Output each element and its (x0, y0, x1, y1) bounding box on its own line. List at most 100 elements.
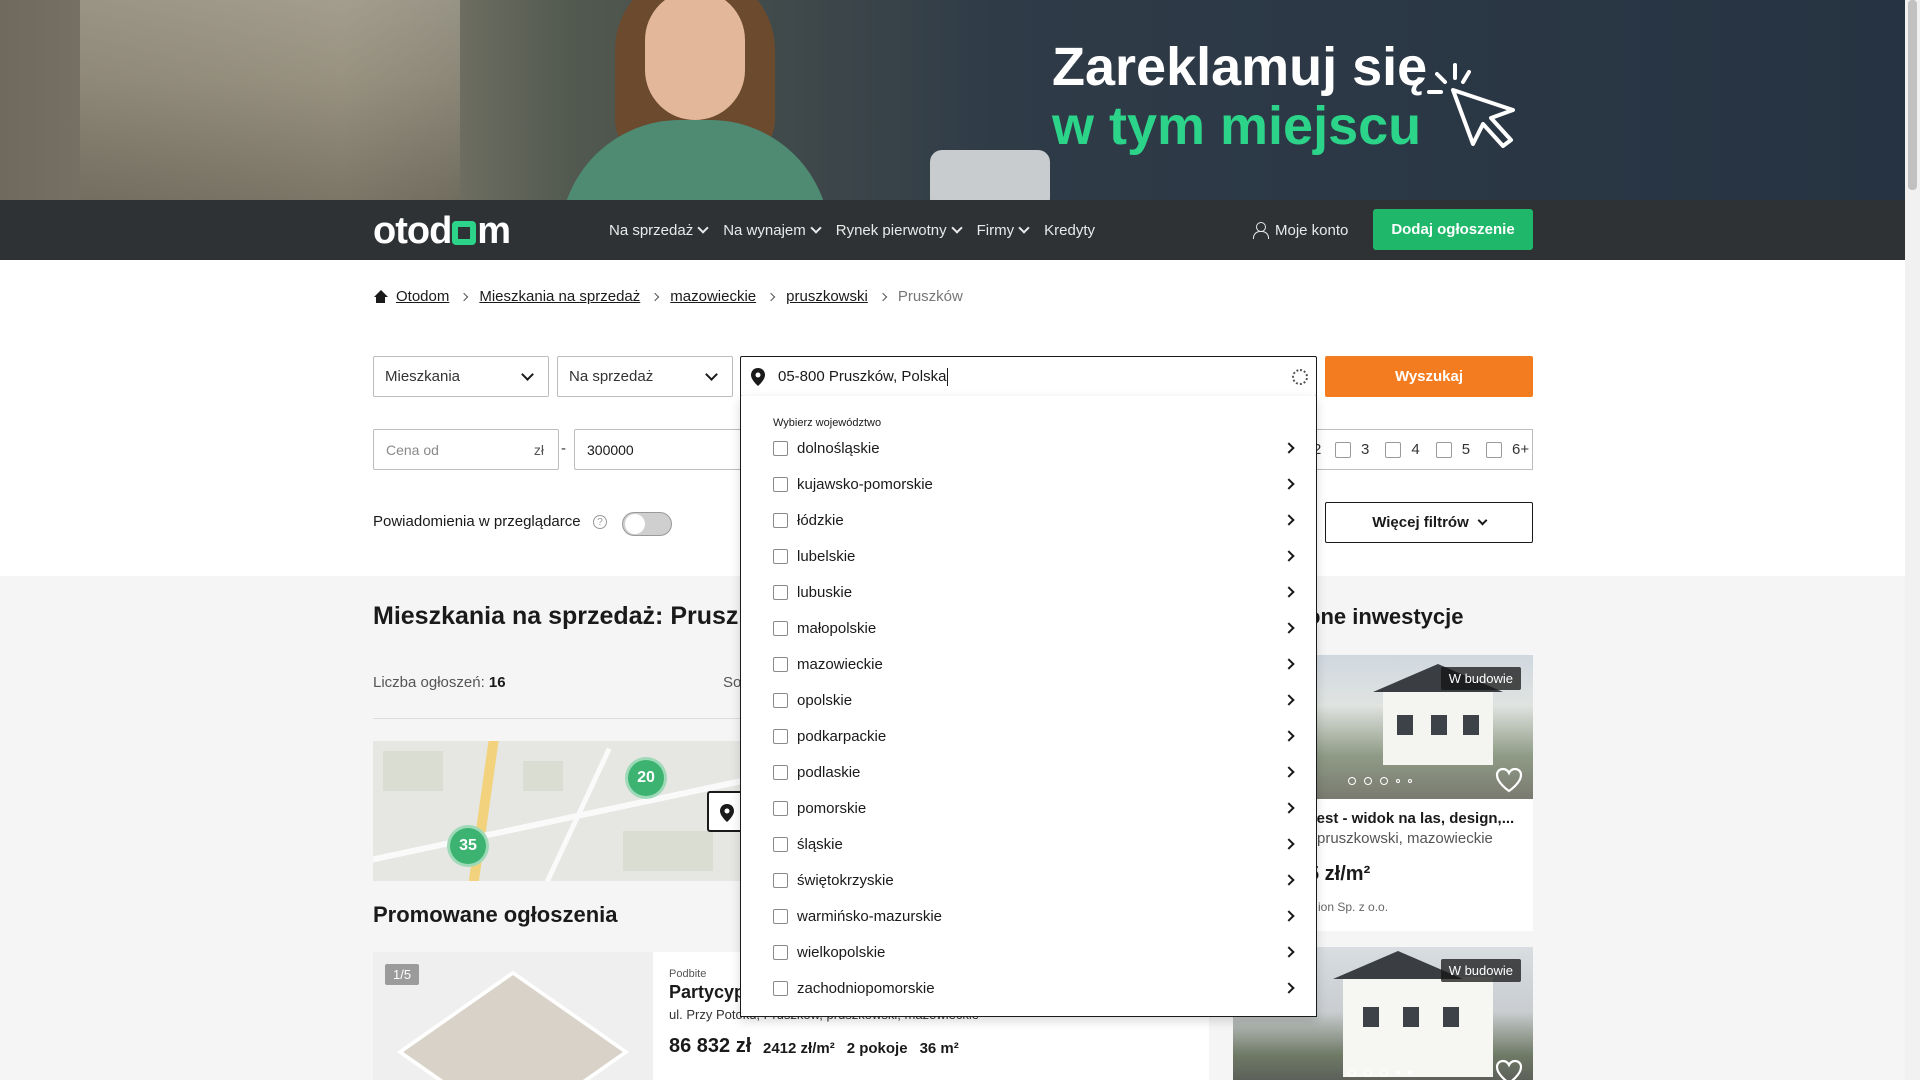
chevron-right-icon[interactable] (1283, 946, 1295, 958)
map-cluster-marker[interactable]: 20 (625, 757, 667, 799)
voivodeship-item[interactable]: podkarpackie (773, 718, 1303, 754)
checkbox[interactable] (773, 944, 788, 960)
nav-na-wynajem[interactable]: Na wynajem (723, 222, 822, 239)
voivodeship-item[interactable]: lubelskie (773, 538, 1303, 574)
location-input[interactable]: 05-800 Pruszków, Polska (740, 356, 1317, 397)
carousel-dots[interactable] (1348, 777, 1412, 785)
notifications-toggle[interactable] (622, 512, 672, 536)
chevron-right-icon[interactable] (1283, 838, 1295, 850)
location-pin-icon (751, 368, 765, 386)
property-type-select[interactable]: Mieszkania (373, 356, 549, 397)
checkbox[interactable] (773, 728, 788, 744)
price-from-input[interactable]: Cena od zł (373, 429, 559, 470)
rooms-option-6plus[interactable]: 6+ (1486, 441, 1529, 458)
checkbox[interactable] (773, 692, 788, 708)
listing-image[interactable]: 1/5 (373, 952, 653, 1080)
voivodeship-item[interactable]: pomorskie (773, 790, 1303, 826)
chevron-right-icon (878, 292, 888, 301)
page-scrollbar[interactable] (1905, 0, 1920, 1080)
help-icon[interactable]: ? (593, 515, 607, 529)
chevron-right-icon[interactable] (1283, 442, 1295, 454)
sort-label[interactable]: So (723, 674, 741, 691)
checkbox[interactable] (1385, 441, 1402, 458)
checkbox[interactable] (1335, 441, 1351, 458)
nav-rynek-pierwotny[interactable]: Rynek pierwotny (836, 222, 963, 239)
heart-icon[interactable] (1495, 767, 1523, 793)
otodom-logo[interactable]: otod m (373, 210, 511, 253)
chevron-right-icon[interactable] (1283, 550, 1295, 562)
voivodeship-item[interactable]: dolnośląskie (773, 430, 1303, 466)
results-title: Mieszkania na sprzedaż: Pruszków (373, 602, 743, 630)
breadcrumb-mieszkania[interactable]: Mieszkania na sprzedaż (479, 288, 640, 305)
listing-title[interactable]: Partycyp (669, 982, 745, 1003)
chevron-right-icon[interactable] (1283, 478, 1295, 490)
checkbox[interactable] (773, 980, 788, 996)
voivodeship-item[interactable]: zachodniopomorskie (773, 970, 1303, 1006)
add-listing-button[interactable]: Dodaj ogłoszenie (1373, 209, 1533, 250)
voivodeship-item[interactable]: łódzkie (773, 502, 1303, 538)
chevron-right-icon[interactable] (1283, 982, 1295, 994)
breadcrumb-mazowieckie[interactable]: mazowieckie (670, 288, 756, 305)
price-to-input[interactable]: 300000 (574, 429, 744, 470)
checkbox[interactable] (773, 656, 788, 672)
voivodeship-item[interactable]: warmińsko-mazurskie (773, 898, 1303, 934)
voivodeship-item[interactable]: śląskie (773, 826, 1303, 862)
promoted-title: Promowane ogłoszenia (373, 902, 618, 927)
transaction-type-select[interactable]: Na sprzedaż (557, 356, 733, 397)
checkbox[interactable] (773, 512, 788, 528)
chevron-right-icon[interactable] (1283, 514, 1295, 526)
map-cluster-marker[interactable]: 35 (447, 825, 489, 867)
results-map[interactable]: 20 35 (373, 741, 740, 881)
checkbox[interactable] (773, 440, 788, 456)
checkbox[interactable] (773, 764, 788, 780)
chevron-right-icon[interactable] (1283, 586, 1295, 598)
heart-icon[interactable] (1495, 1059, 1523, 1080)
my-account-link[interactable]: Moje konto (1253, 200, 1348, 260)
checkbox[interactable] (773, 548, 788, 564)
home-icon (373, 289, 388, 304)
banner-photo-laptop (930, 150, 1050, 200)
voivodeship-item[interactable]: małopolskie (773, 610, 1303, 646)
rooms-option-5[interactable]: 5 (1435, 441, 1470, 458)
banner-subheadline: w tym miejscu (1052, 96, 1422, 156)
checkbox[interactable] (773, 620, 788, 636)
voivodeship-item[interactable]: mazowieckie (773, 646, 1303, 682)
nav-na-sprzedaz[interactable]: Na sprzedaż (609, 222, 709, 239)
voivodeship-item[interactable]: podlaskie (773, 754, 1303, 790)
voivodeship-item[interactable]: świętokrzyskie (773, 862, 1303, 898)
chevron-down-icon (1477, 515, 1488, 526)
chevron-right-icon[interactable] (1283, 910, 1295, 922)
search-button[interactable]: Wyszukaj (1325, 356, 1533, 397)
chevron-right-icon[interactable] (1283, 730, 1295, 742)
checkbox[interactable] (773, 836, 788, 852)
image-counter: 1/5 (385, 964, 420, 985)
voivodeship-item[interactable]: kujawsko-pomorskie (773, 466, 1303, 502)
breadcrumb-pruszkowski[interactable]: pruszkowski (786, 288, 868, 305)
price-range-dash: - (561, 440, 566, 457)
nav-kredyty[interactable]: Kredyty (1044, 222, 1095, 239)
checkbox[interactable] (773, 872, 788, 888)
rooms-option-4[interactable]: 4 (1385, 441, 1420, 458)
chevron-right-icon[interactable] (1283, 802, 1295, 814)
more-filters-button[interactable]: Więcej filtrów (1325, 502, 1533, 543)
voivodeship-item[interactable]: lubuskie (773, 574, 1303, 610)
checkbox[interactable] (1486, 441, 1503, 458)
chevron-right-icon[interactable] (1283, 694, 1295, 706)
voivodeship-item[interactable]: wielkopolskie (773, 934, 1303, 970)
checkbox[interactable] (773, 476, 788, 492)
nav-firmy[interactable]: Firmy (977, 222, 1030, 239)
checkbox[interactable] (773, 800, 788, 816)
chevron-right-icon[interactable] (1283, 766, 1295, 778)
breadcrumb-otodom[interactable]: Otodom (396, 288, 449, 305)
chevron-right-icon[interactable] (1283, 622, 1295, 634)
checkbox[interactable] (773, 908, 788, 924)
chevron-right-icon[interactable] (1283, 874, 1295, 886)
checkbox[interactable] (773, 584, 788, 600)
voivodeship-item[interactable]: opolskie (773, 682, 1303, 718)
carousel-dots[interactable] (1348, 1069, 1412, 1077)
rooms-option-3[interactable]: 3 (1335, 441, 1369, 458)
ad-banner[interactable]: Zareklamuj się w tym miejscu (0, 0, 1905, 200)
chevron-right-icon[interactable] (1283, 658, 1295, 670)
checkbox[interactable] (1435, 441, 1452, 458)
user-icon (1253, 222, 1269, 239)
